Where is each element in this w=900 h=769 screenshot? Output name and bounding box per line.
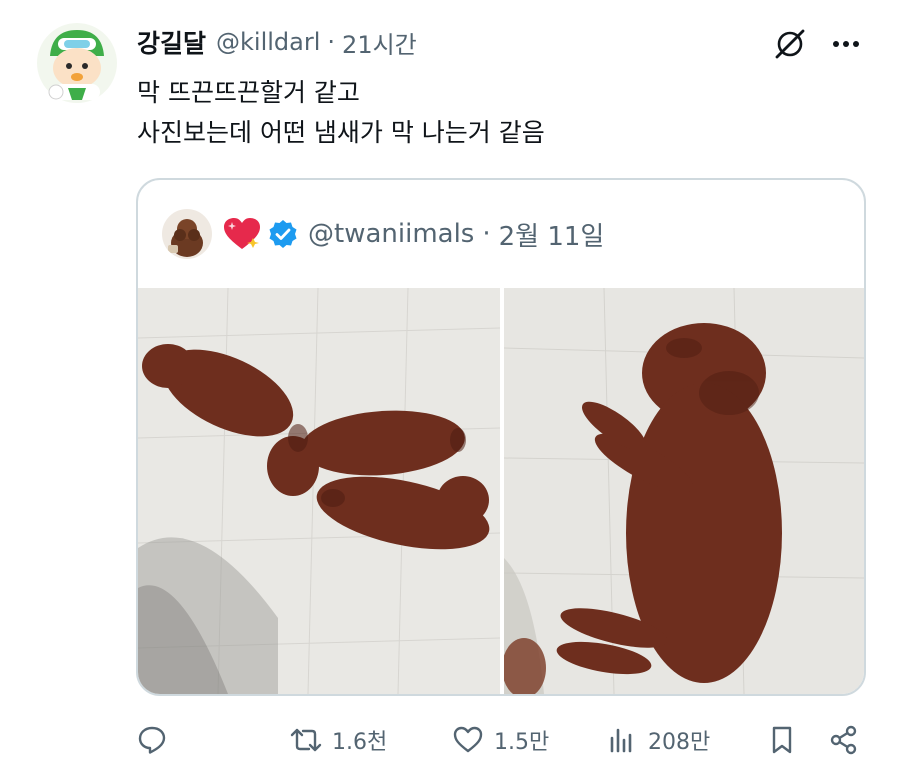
like-count: 1.5만 <box>494 730 550 755</box>
more-options-button[interactable] <box>828 28 864 60</box>
tweet-text-line-1: 막 뜨끈뜨끈할거 같고 <box>137 78 360 107</box>
quoted-author-avatar[interactable] <box>162 209 212 259</box>
author-handle[interactable]: @killdarl <box>216 28 320 56</box>
grok-icon <box>775 29 805 59</box>
puppies-photo-1[interactable] <box>138 288 500 694</box>
quoted-author-handle[interactable]: @twaniimals <box>308 219 474 249</box>
quoted-tweet-date[interactable]: 2월 11일 <box>499 216 605 253</box>
views-count: 208만 <box>648 730 711 755</box>
tweet-header: 강길달 @killdarl · 21시간 <box>137 22 417 62</box>
bookmark-button[interactable] <box>766 722 798 758</box>
author-avatar[interactable] <box>36 22 118 104</box>
verified-badge-icon <box>269 220 297 248</box>
tweet[interactable]: 강길달 @killdarl · 21시간 막 뜨끈뜨끈할거 같고 사진보는데 어… <box>0 0 900 769</box>
quoted-tweet[interactable]: @twaniimals · 2월 11일 <box>136 178 866 696</box>
retweet-icon <box>290 728 322 752</box>
quoted-separator-dot: · <box>482 219 491 249</box>
bookmark-icon <box>772 726 792 754</box>
share-icon <box>830 725 857 755</box>
retweet-count: 1.6천 <box>332 730 388 755</box>
separator-dot: · <box>327 28 336 56</box>
grok-button[interactable] <box>772 26 808 62</box>
reply-icon <box>138 726 166 754</box>
tweet-timestamp[interactable]: 21시간 <box>342 25 417 60</box>
share-button[interactable] <box>828 722 860 758</box>
tweet-text: 막 뜨끈뜨끈할거 같고 사진보는데 어떤 냄새가 막 나는거 같음 <box>137 73 545 153</box>
tweet-text-line-2: 사진보는데 어떤 냄새가 막 나는거 같음 <box>137 118 545 147</box>
author-display-name[interactable]: 강길달 <box>137 24 206 60</box>
heart-icon <box>453 726 483 753</box>
reply-button[interactable] <box>136 722 178 758</box>
views-button[interactable]: 208만 <box>606 722 710 758</box>
puppy-photo-2[interactable] <box>504 288 864 694</box>
tweet-actions: 1.6천 1.5만 208만 <box>0 712 900 768</box>
quoted-media <box>138 288 864 694</box>
like-button[interactable]: 1.5만 <box>452 722 549 758</box>
views-icon <box>610 728 632 753</box>
retweet-button[interactable]: 1.6천 <box>290 722 387 758</box>
more-icon <box>833 41 859 47</box>
quoted-tweet-header: @twaniimals · 2월 11일 <box>138 180 864 288</box>
sparkling-heart-icon <box>224 218 260 249</box>
